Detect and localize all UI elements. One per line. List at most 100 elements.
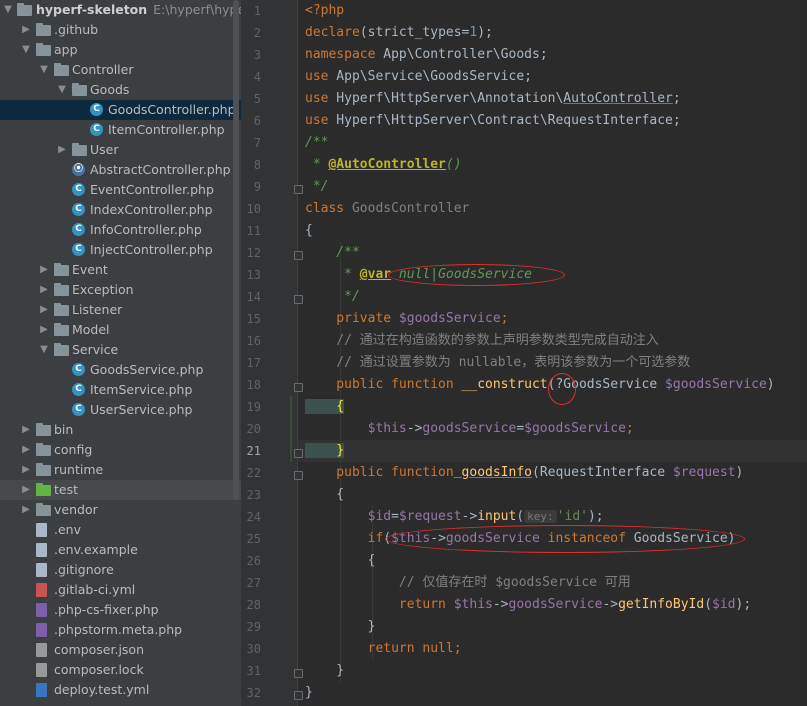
line-number: 4 (253, 70, 261, 84)
line-number: 3 (253, 48, 261, 62)
tree-item[interactable]: C GoodsController.php (0, 100, 241, 120)
fold-marker[interactable] (294, 691, 303, 700)
tree-item-label: Controller (72, 62, 134, 77)
tree-item[interactable]: ▼ app (0, 40, 241, 60)
tree-item[interactable]: ▶ Event (0, 260, 241, 280)
code-token: goodsInfo (453, 465, 532, 480)
chevron-right-icon[interactable]: ▶ (20, 440, 32, 460)
tree-item[interactable]: ▶ bin (0, 420, 241, 440)
tree-item[interactable]: ⦿ AbstractController.php (0, 160, 241, 180)
code-token: -> (461, 509, 478, 524)
tree-item[interactable]: ▶ config (0, 440, 241, 460)
folder-icon (72, 143, 87, 156)
tree-item-label: Exception (72, 282, 134, 297)
code-token: $this (445, 597, 493, 612)
param-hint: key: (524, 510, 557, 523)
code-token: return (305, 641, 415, 656)
fold-marker[interactable] (294, 185, 303, 194)
tree-item[interactable]: .phpstorm.meta.php (0, 620, 241, 640)
tree-item[interactable]: ▶ vendor (0, 500, 241, 520)
code-token: $goodsService (524, 421, 626, 436)
tree-item[interactable]: C EventController.php (0, 180, 241, 200)
line-number: 29 (246, 620, 261, 634)
tree-item[interactable]: .env (0, 520, 241, 540)
code-line-22: public function goodsInfo(RequestInterfa… (305, 462, 743, 484)
chevron-right-icon[interactable]: ▶ (56, 140, 68, 160)
chevron-right-icon[interactable]: ▶ (38, 260, 50, 280)
code-line-30: return null; (305, 638, 462, 660)
code-line-7: /** (305, 132, 328, 154)
code-token: (RequestInterface (532, 465, 673, 480)
tree-item[interactable]: ▶ test (0, 480, 241, 500)
code-token: $request (398, 509, 462, 524)
chevron-down-icon[interactable]: ▼ (56, 80, 68, 100)
tree-item[interactable]: C InfoController.php (0, 220, 241, 240)
tree-item[interactable]: composer.lock (0, 660, 241, 680)
tree-item[interactable]: C UserService.php (0, 400, 241, 420)
tree-item[interactable]: ▶ Model (0, 320, 241, 340)
tree-item[interactable]: .gitlab-ci.yml (0, 580, 241, 600)
tree-item[interactable]: ▶ runtime (0, 460, 241, 480)
tree-item[interactable]: C InjectController.php (0, 240, 241, 260)
file-icon (36, 563, 47, 577)
code-token: namespace (305, 47, 376, 62)
chevron-right-icon[interactable]: ▶ (20, 500, 32, 520)
fold-marker[interactable] (294, 669, 303, 678)
current-line-highlight (298, 440, 807, 462)
chevron-right-icon[interactable]: ▶ (20, 460, 32, 480)
chevron-right-icon[interactable]: ▶ (38, 280, 50, 300)
chevron-right-icon[interactable]: ▶ (38, 320, 50, 340)
chevron-down-icon[interactable]: ▼ (38, 340, 50, 360)
chevron-down-icon[interactable]: ▼ (20, 40, 32, 60)
tree-item[interactable]: .gitignore (0, 560, 241, 580)
code-line-16: // 通过在构造函数的参数上声明参数类型完成自动注入 (305, 330, 659, 352)
code-token: ); (477, 25, 493, 40)
code-token: return (305, 597, 446, 612)
tree-item[interactable]: C GoodsService.php (0, 360, 241, 380)
folder-icon (36, 23, 51, 36)
tree-item[interactable]: ▶ Listener (0, 300, 241, 320)
tree-item[interactable]: C IndexController.php (0, 200, 241, 220)
chevron-right-icon[interactable]: ▶ (20, 20, 32, 40)
tree-item[interactable]: composer.json (0, 640, 241, 660)
code-token: { (305, 399, 345, 414)
chevron-right-icon[interactable]: ▶ (20, 420, 32, 440)
fold-marker[interactable] (294, 295, 303, 304)
folder-icon (54, 323, 69, 336)
tree-item[interactable]: ▶ Exception (0, 280, 241, 300)
tree-item[interactable]: C ItemService.php (0, 380, 241, 400)
tree-item[interactable]: ▶ .github (0, 20, 241, 40)
code-token: use (305, 91, 329, 106)
file-icon (36, 583, 47, 597)
tree-item[interactable]: ▶ User (0, 140, 241, 160)
line-number: 8 (253, 158, 261, 172)
chevron-right-icon[interactable]: ▶ (38, 300, 50, 320)
tree-item-label: composer.lock (54, 662, 144, 677)
tree-scrollbar[interactable] (233, 0, 239, 500)
line-number: 17 (246, 356, 261, 370)
fold-marker[interactable] (294, 251, 303, 260)
fold-marker[interactable] (294, 449, 303, 458)
fold-marker[interactable] (294, 383, 303, 392)
chevron-down-icon[interactable]: ▼ (38, 60, 50, 80)
fold-marker[interactable] (294, 471, 303, 480)
chevron-right-icon[interactable]: ▶ (20, 480, 32, 500)
line-number: 5 (253, 92, 261, 106)
line-number: 31 (246, 664, 261, 678)
tree-item-label: composer.json (54, 642, 145, 657)
tree-item[interactable]: .env.example (0, 540, 241, 560)
tree-item[interactable]: ▼ Goods (0, 80, 241, 100)
tree-item[interactable]: .php-cs-fixer.php (0, 600, 241, 620)
php-class-icon: ⦿ (72, 163, 85, 176)
tree-item-label: AbstractController.php (90, 162, 231, 177)
tree-item[interactable]: ▼ Controller (0, 60, 241, 80)
tree-root[interactable]: ▼ hyperf-skeleton E:\hyperf\hyperf-s (0, 0, 241, 20)
tree-item-label: vendor (54, 502, 98, 517)
code-token: ; (500, 311, 509, 326)
chevron-down-icon[interactable]: ▼ (2, 0, 14, 20)
tree-item[interactable]: C ItemController.php (0, 120, 241, 140)
code-token: { (305, 223, 313, 238)
tree-item[interactable]: ▼ Service (0, 340, 241, 360)
code-token: } (305, 443, 345, 458)
tree-item[interactable]: deploy.test.yml (0, 680, 241, 700)
